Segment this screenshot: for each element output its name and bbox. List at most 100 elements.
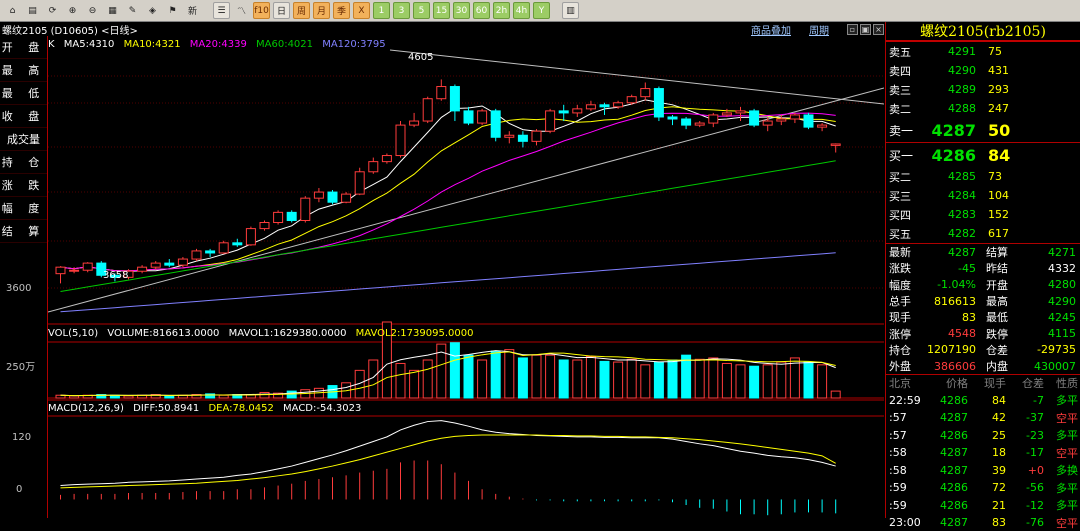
- bid-row[interactable]: 买三 4284 104: [886, 186, 1080, 205]
- bid-volume: 84: [988, 145, 1011, 165]
- ma60-line: [60, 160, 836, 292]
- kline-chart[interactable]: 4605 3658: [47, 36, 885, 518]
- book-icon[interactable]: ▤: [24, 2, 41, 19]
- sidebar-item-change[interactable]: 涨 跌: [0, 174, 47, 197]
- line-chart-icon[interactable]: 〽: [233, 2, 250, 19]
- calendar-icon[interactable]: ▥: [562, 2, 579, 19]
- bid-row[interactable]: 买一 4286 84: [886, 143, 1080, 167]
- close-icon[interactable]: ×: [873, 23, 884, 35]
- bid-row[interactable]: 买四 4283 152: [886, 205, 1080, 224]
- bid-label: 买四: [889, 208, 911, 222]
- tick-row: :57 4286 25 -23 多平: [886, 426, 1080, 444]
- volume-bar: [490, 350, 501, 399]
- thirty-min-icon[interactable]: 30: [453, 2, 470, 19]
- candle-up: [817, 124, 828, 128]
- new-icon[interactable]: 新: [184, 2, 201, 19]
- sidebar-item-high[interactable]: 最 高: [0, 59, 47, 82]
- volume-bar: [694, 358, 705, 399]
- tick-volume: 21: [992, 498, 1006, 512]
- minimize-icon[interactable]: ▫: [847, 23, 858, 35]
- bid-volume: 104: [988, 189, 1009, 202]
- year-icon[interactable]: Y: [533, 2, 550, 19]
- fifteen-min-icon[interactable]: 15: [433, 2, 450, 19]
- volume-bar: [504, 349, 515, 399]
- candle-down: [803, 114, 814, 128]
- xun-icon[interactable]: X: [353, 2, 370, 19]
- zoom-out-icon[interactable]: ⊖: [84, 2, 101, 19]
- ask-row[interactable]: 卖五 4291 75: [886, 42, 1080, 61]
- stat-value: 83: [962, 310, 976, 324]
- toolbar-separator: [204, 2, 210, 19]
- refresh-icon[interactable]: ⟳: [44, 2, 61, 19]
- bid-row[interactable]: 买五 4282 617: [886, 224, 1080, 243]
- five-min-icon[interactable]: 5: [413, 2, 430, 19]
- ask-volume: 75: [988, 45, 1002, 58]
- grid-icon[interactable]: ▦: [104, 2, 121, 19]
- zoom-in-icon[interactable]: ⊕: [64, 2, 81, 19]
- chart-area[interactable]: 4605 3658 K MA5:4310 MA10:4321 MA20:4339…: [47, 36, 885, 518]
- tick-row: 22:59 4286 84 -7 多平: [886, 391, 1080, 409]
- tick-oi-change: -23: [1026, 428, 1044, 442]
- tick-oi-change: -37: [1026, 411, 1044, 425]
- stat-row: 外盘 386606 内盘 430007: [886, 358, 1080, 374]
- legend-mavol1: MAVOL1:1629380.0000: [228, 328, 347, 339]
- four-hour-icon[interactable]: 4h: [513, 2, 530, 19]
- one-min-icon[interactable]: 1: [373, 2, 390, 19]
- volume-bar: [789, 357, 800, 399]
- candle-up: [300, 197, 311, 221]
- candle-up: [721, 112, 732, 116]
- tick-nature: 多平: [1056, 394, 1078, 408]
- candle-up: [395, 124, 406, 157]
- paint-icon[interactable]: ◈: [144, 2, 161, 19]
- candle-up: [82, 262, 93, 271]
- tick-price: 4286: [940, 428, 968, 442]
- bid-row[interactable]: 买二 4285 73: [886, 167, 1080, 186]
- candle-up: [789, 114, 800, 120]
- candle-down: [164, 262, 175, 266]
- ask-row[interactable]: 卖一 4287 50: [886, 118, 1080, 142]
- ask-row[interactable]: 卖四 4290 431: [886, 61, 1080, 80]
- pen-icon[interactable]: ✎: [124, 2, 141, 19]
- overlay-button[interactable]: 商品叠加: [751, 22, 791, 37]
- candle-up: [218, 242, 229, 254]
- legend-volume: VOLUME:816613.0000: [107, 328, 220, 339]
- sidebar-item-settle[interactable]: 结 算: [0, 220, 47, 243]
- tick-oi-change: -76: [1026, 516, 1044, 530]
- table-icon[interactable]: ☰: [213, 2, 230, 19]
- flag-icon[interactable]: ⚑: [164, 2, 181, 19]
- candle-down: [599, 104, 610, 108]
- candle-up: [341, 193, 352, 203]
- restore-icon[interactable]: ▣: [860, 23, 871, 35]
- sidebar-item-open[interactable]: 开 盘: [0, 36, 47, 59]
- day-icon[interactable]: 日: [273, 2, 290, 19]
- tick-price: 4286: [940, 498, 968, 512]
- sixty-min-icon[interactable]: 60: [473, 2, 490, 19]
- sidebar-item-percent[interactable]: 幅 度: [0, 197, 47, 220]
- quarter-icon[interactable]: 季: [333, 2, 350, 19]
- candle-up: [531, 130, 542, 142]
- candle-down: [286, 211, 297, 221]
- three-min-icon[interactable]: 3: [393, 2, 410, 19]
- ask-row[interactable]: 卖三 4289 293: [886, 80, 1080, 99]
- ask-row[interactable]: 卖二 4288 247: [886, 99, 1080, 118]
- candle-up: [245, 228, 256, 246]
- stat-row: 涨停 4548 跌停 4115: [886, 325, 1080, 341]
- two-hour-icon[interactable]: 2h: [493, 2, 510, 19]
- f10-icon[interactable]: f10: [253, 2, 270, 19]
- tick-oi-change: -12: [1026, 498, 1044, 512]
- stat-key: 内盘: [986, 360, 1008, 374]
- sidebar-item-volume[interactable]: 成交量: [0, 128, 47, 151]
- candle-up: [55, 266, 66, 275]
- legend-k: K: [48, 39, 55, 50]
- legend-macd: MACD(12,26,9): [48, 403, 124, 414]
- sidebar-item-position[interactable]: 持 仓: [0, 151, 47, 174]
- home-icon[interactable]: ⌂: [4, 2, 21, 19]
- month-icon[interactable]: 月: [313, 2, 330, 19]
- stat-key: 持仓: [889, 343, 911, 357]
- bid-label: 买二: [889, 170, 911, 184]
- week-icon[interactable]: 周: [293, 2, 310, 19]
- period-button[interactable]: 周期: [809, 22, 829, 37]
- sidebar-item-low[interactable]: 最 低: [0, 82, 47, 105]
- sidebar-item-close[interactable]: 收 盘: [0, 105, 47, 128]
- legend-mavol2: MAVOL2:1739095.0000: [355, 328, 474, 339]
